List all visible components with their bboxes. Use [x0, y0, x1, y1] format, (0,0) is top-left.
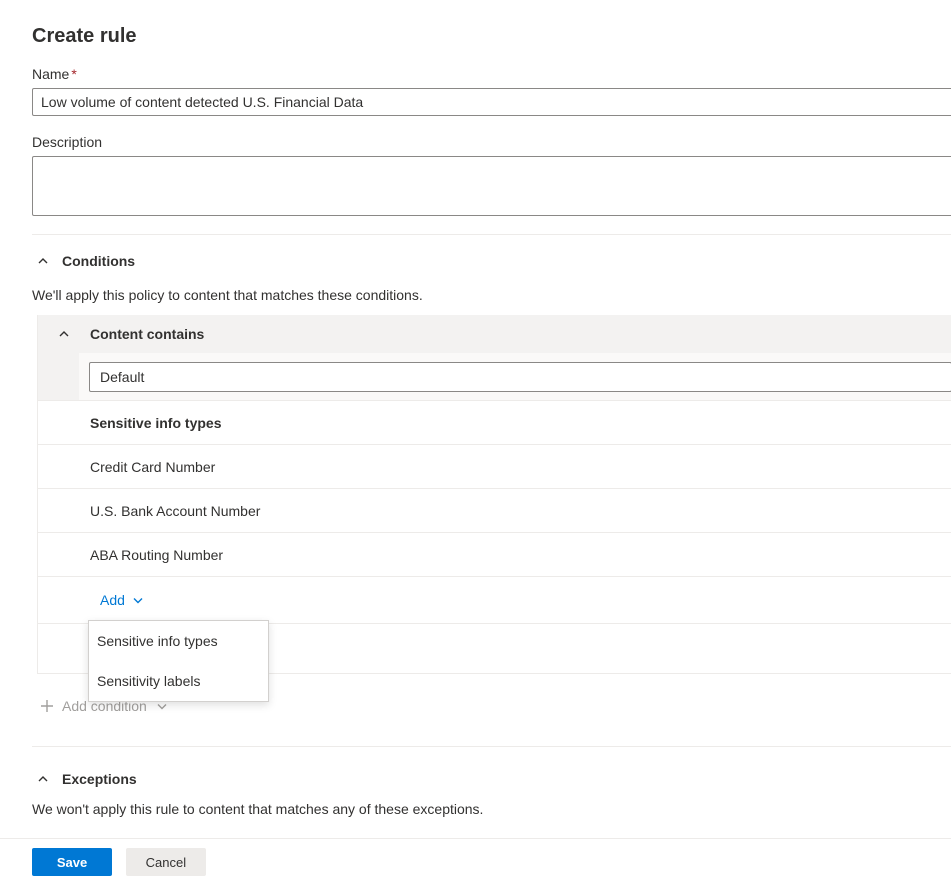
- variant-row-gutter: [38, 353, 79, 400]
- exceptions-subtitle: We won't apply this rule to content that…: [32, 801, 951, 817]
- description-label: Description: [32, 132, 951, 152]
- add-dropdown-menu: Sensitive info types Sensitivity labels: [88, 620, 269, 702]
- add-row: Add Sensitive info types Sensitivity lab…: [38, 577, 951, 624]
- required-asterisk: *: [71, 66, 76, 82]
- chevron-up-icon[interactable]: [57, 327, 71, 341]
- add-button-label: Add: [100, 592, 125, 608]
- content-contains-label: Content contains: [90, 326, 204, 342]
- conditions-section-header[interactable]: Conditions: [32, 253, 951, 269]
- name-label-text: Name: [32, 66, 69, 82]
- description-textarea[interactable]: [32, 156, 951, 216]
- sensitive-info-type-row[interactable]: ABA Routing Number: [38, 533, 951, 577]
- plus-icon: [40, 699, 54, 713]
- sensitive-info-types-header: Sensitive info types: [38, 401, 951, 445]
- cancel-button[interactable]: Cancel: [126, 848, 206, 876]
- section-divider: [32, 746, 951, 747]
- exceptions-section-label: Exceptions: [62, 771, 137, 787]
- menu-item-sensitive-info-types[interactable]: Sensitive info types: [89, 621, 268, 661]
- menu-item-sensitivity-labels[interactable]: Sensitivity labels: [89, 661, 268, 701]
- name-input[interactable]: [32, 88, 951, 116]
- chevron-up-icon[interactable]: [36, 772, 50, 786]
- conditions-subtitle: We'll apply this policy to content that …: [32, 285, 951, 305]
- variant-name-input[interactable]: [89, 362, 951, 392]
- section-divider: [32, 234, 951, 235]
- name-label: Name*: [32, 64, 951, 84]
- add-button[interactable]: Add: [100, 592, 145, 608]
- variant-row: [38, 353, 951, 401]
- chevron-up-icon[interactable]: [36, 254, 50, 268]
- save-button[interactable]: Save: [32, 848, 112, 876]
- content-contains-group: Content contains Sensitive info types Cr…: [37, 315, 951, 674]
- sensitive-info-type-row[interactable]: Credit Card Number: [38, 445, 951, 489]
- chevron-down-icon: [131, 593, 145, 607]
- exceptions-section-header[interactable]: Exceptions: [32, 771, 951, 787]
- footer-bar: Save Cancel: [0, 838, 951, 885]
- create-rule-panel: Create rule Name* Description Conditions…: [0, 0, 951, 817]
- content-contains-header[interactable]: Content contains: [38, 315, 951, 353]
- sensitive-info-type-row[interactable]: U.S. Bank Account Number: [38, 489, 951, 533]
- conditions-section-label: Conditions: [62, 253, 135, 269]
- page-title: Create rule: [32, 22, 951, 50]
